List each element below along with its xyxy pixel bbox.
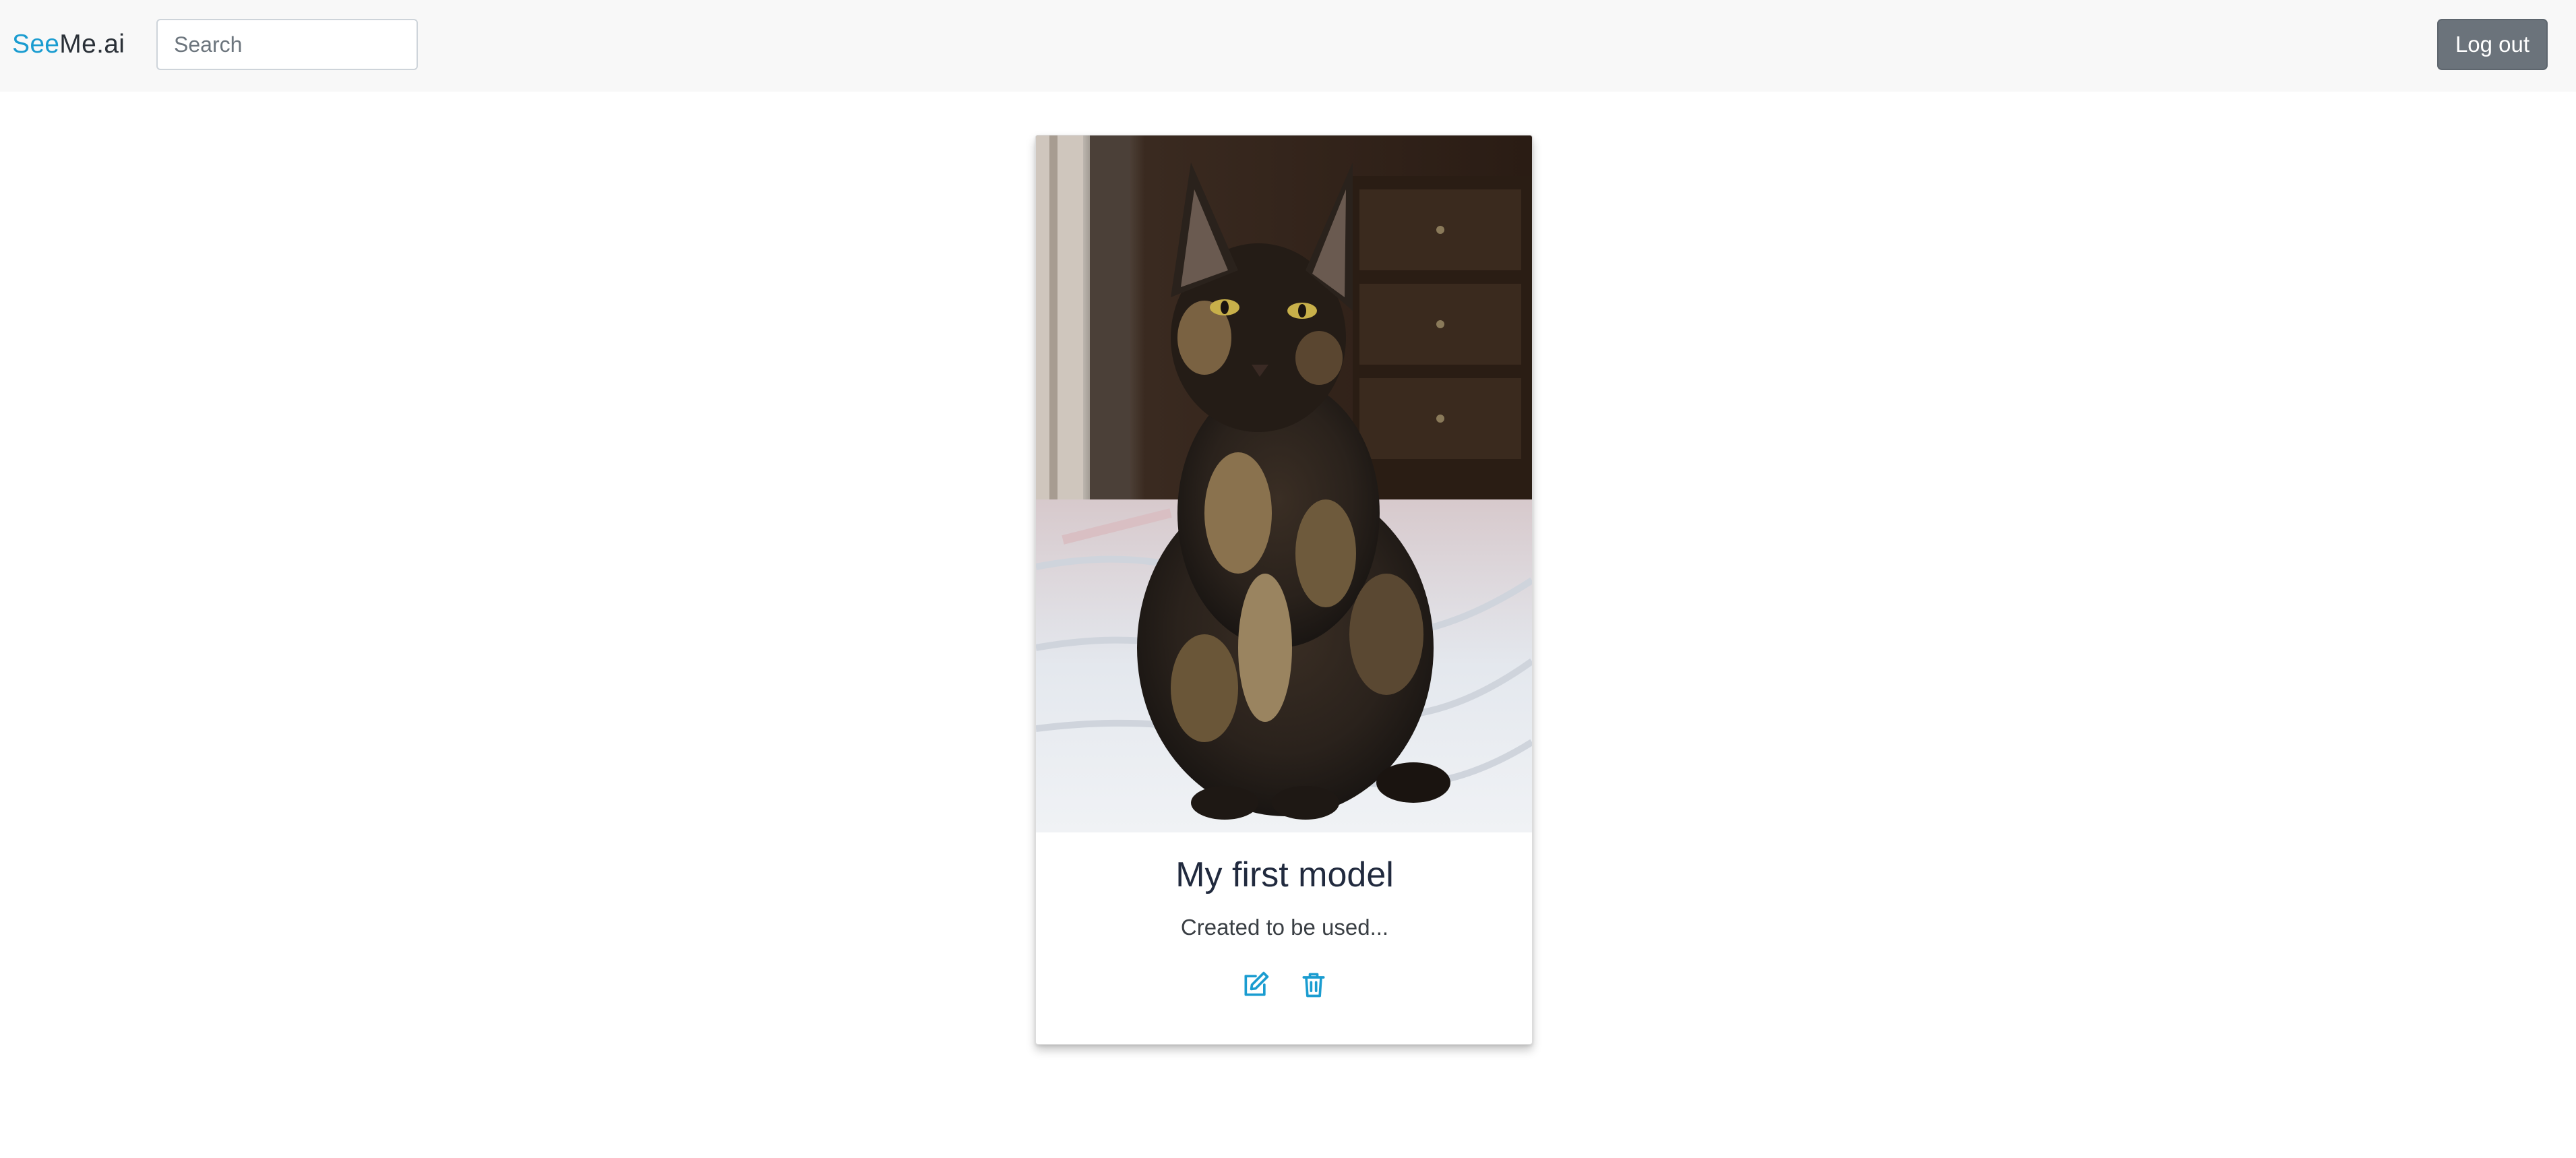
- model-card[interactable]: My first model Created to be used...: [1035, 135, 1533, 1045]
- model-image[interactable]: [1036, 135, 1532, 832]
- search-input[interactable]: [156, 19, 418, 70]
- brand-logo-see: See: [12, 30, 60, 59]
- logout-button[interactable]: Log out: [2437, 19, 2548, 70]
- model-description: Created to be used...: [1180, 915, 1389, 940]
- model-title: My first model: [1175, 855, 1394, 894]
- brand-logo-me-ai: Me.ai: [59, 30, 125, 59]
- top-navbar: SeeMe.ai Log out: [0, 0, 2576, 92]
- model-actions: [1036, 970, 1532, 1010]
- edit-icon[interactable]: [1241, 970, 1270, 1000]
- brand-logo[interactable]: SeeMe.ai: [12, 24, 125, 65]
- trash-icon[interactable]: [1299, 970, 1328, 1000]
